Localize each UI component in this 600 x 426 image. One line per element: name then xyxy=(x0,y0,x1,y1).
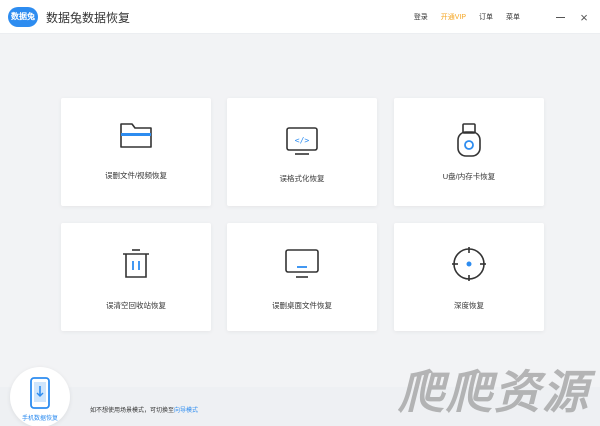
card-label: 深度恢复 xyxy=(454,301,484,310)
card-label: 误删文件/视频恢复 xyxy=(104,171,168,180)
card-label: 误删桌面文件恢复 xyxy=(272,301,332,310)
minimize-icon xyxy=(555,16,565,18)
monitor-icon xyxy=(285,249,319,278)
card-label: U盘/内存卡恢复 xyxy=(442,172,496,181)
top-menu: 登录 开通VIP 订单 菜单 xyxy=(414,0,520,34)
app-logo: 数据兔 xyxy=(8,7,38,27)
app-title: 数据兔数据恢复 xyxy=(46,11,131,25)
mode-hint-text: 如不想使用场景模式，可切换至 xyxy=(90,408,175,414)
vip-link[interactable]: 开通VIP xyxy=(441,12,466,22)
wizard-mode-link[interactable]: 向导模式 xyxy=(174,408,198,414)
card-recycle-bin-recovery[interactable]: 误清空回收站恢复 xyxy=(61,223,211,331)
folder-icon xyxy=(120,123,152,148)
code-window-icon: </> xyxy=(286,127,318,155)
trash-icon xyxy=(123,249,149,278)
phone-icon xyxy=(30,377,50,409)
close-icon: × xyxy=(580,9,588,25)
mode-hint: 如不想使用场景模式，可切换至向导模式 xyxy=(90,405,198,414)
title-bar: 数据兔 数据兔数据恢复 登录 开通VIP 订单 菜单 × xyxy=(0,0,600,34)
phone-recovery-button[interactable]: 手机数据恢复 xyxy=(10,367,70,426)
window-controls: × xyxy=(548,0,596,34)
card-label: 误格式化恢复 xyxy=(279,174,325,183)
card-deleted-file-recovery[interactable]: 误删文件/视频恢复 xyxy=(61,98,211,206)
card-deep-recovery[interactable]: 深度恢复 xyxy=(394,223,544,331)
phone-recovery-label: 手机数据恢复 xyxy=(21,416,58,422)
card-label: 误清空回收站恢复 xyxy=(106,301,166,310)
orders-link[interactable]: 订单 xyxy=(479,12,493,22)
menu-link[interactable]: 菜单 xyxy=(506,12,520,22)
watermark: 爬爬资源 xyxy=(398,365,590,419)
card-desktop-file-recovery[interactable]: 误删桌面文件恢复 xyxy=(227,223,377,331)
login-link[interactable]: 登录 xyxy=(414,12,428,22)
close-button[interactable]: × xyxy=(572,5,596,29)
card-format-recovery[interactable]: </> 误格式化恢复 xyxy=(227,98,377,206)
crosshair-icon xyxy=(452,247,486,281)
card-usb-recovery[interactable]: U盘/内存卡恢复 xyxy=(394,98,544,206)
svg-text:</>: </> xyxy=(295,136,310,145)
minimize-button[interactable] xyxy=(548,5,572,29)
usb-drive-icon xyxy=(457,123,481,157)
